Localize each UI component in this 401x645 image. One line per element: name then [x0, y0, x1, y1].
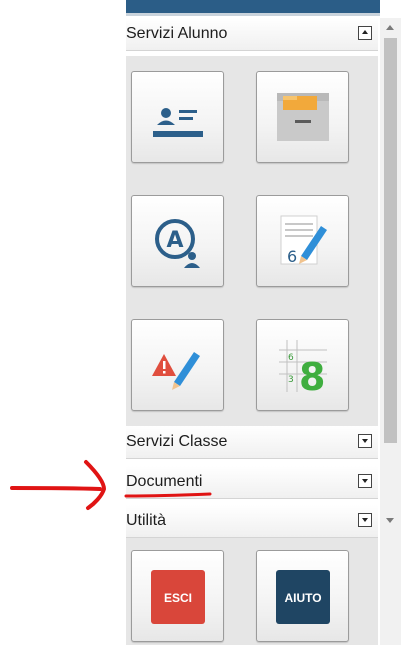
expand-icon[interactable] [358, 474, 372, 488]
tile-archivio[interactable] [256, 71, 349, 163]
aiuto-label: AIUTO [284, 591, 321, 605]
esci-label: ESCI [164, 591, 192, 605]
tile-assenze[interactable]: A [131, 195, 224, 287]
top-bar-line [126, 13, 380, 16]
section-label: Servizi Alunno [126, 25, 228, 42]
top-bar [126, 0, 380, 13]
tile-aiuto[interactable]: AIUTO [256, 550, 349, 642]
tile-anagrafica[interactable] [131, 71, 224, 163]
svg-text:3: 3 [288, 375, 294, 385]
student-card-icon [153, 108, 203, 137]
tile-note[interactable] [131, 319, 224, 411]
tile-tabellone[interactable]: 6 3 8 [256, 319, 349, 411]
help-icon: AIUTO [276, 570, 330, 624]
absence-user-icon: A [155, 219, 200, 268]
file-drawer-icon [277, 93, 329, 141]
tile-esci[interactable]: ESCI [131, 550, 224, 642]
svg-text:A: A [166, 228, 183, 253]
grades-grid-icon: 6 3 8 [279, 340, 327, 396]
exit-icon: ESCI [151, 570, 205, 624]
annotation-arrow [10, 460, 212, 510]
vertical-scrollbar[interactable] [380, 18, 401, 645]
expand-icon[interactable] [358, 513, 372, 527]
section-servizi-alunno[interactable]: Servizi Alunno [126, 18, 378, 51]
svg-text:6: 6 [288, 353, 294, 363]
scroll-up-arrow[interactable] [386, 25, 394, 30]
scroll-down-arrow[interactable] [386, 518, 394, 523]
svg-text:8: 8 [299, 355, 325, 396]
tile-voti[interactable]: 6 [256, 195, 349, 287]
scroll-thumb[interactable] [384, 38, 397, 443]
collapse-icon[interactable] [358, 26, 372, 40]
warning-pencil-icon [152, 352, 200, 390]
svg-text:6: 6 [287, 247, 297, 266]
expand-icon[interactable] [358, 434, 372, 448]
grade-pencil-icon: 6 [280, 215, 327, 266]
